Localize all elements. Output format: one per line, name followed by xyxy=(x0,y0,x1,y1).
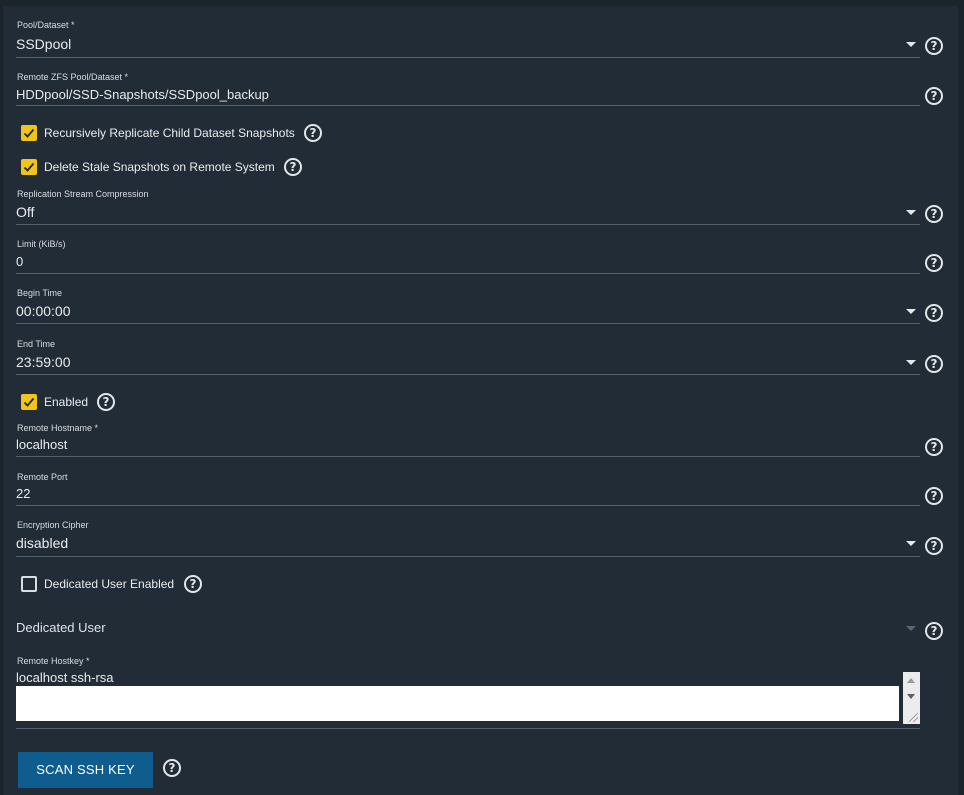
checkbox-checked-icon xyxy=(21,125,37,141)
help-icon[interactable]: ? xyxy=(925,487,943,505)
encryption-cipher-label: Encryption Cipher xyxy=(17,520,89,530)
end-time-label: End Time xyxy=(17,339,56,349)
help-icon[interactable]: ? xyxy=(925,355,943,373)
remote-hostname-value: localhost xyxy=(16,437,68,452)
delete-stale-snapshots-label: Delete Stale Snapshots on Remote System xyxy=(44,160,275,174)
recursive-replicate-checkbox[interactable]: Recursively Replicate Child Dataset Snap… xyxy=(21,125,321,143)
compression-select[interactable]: Replication Stream Compression Off xyxy=(16,189,920,225)
remote-hostname-label: Remote Hostname * xyxy=(17,423,99,433)
remote-zfs-dataset-input[interactable]: Remote ZFS Pool/Dataset * HDDpool/SSD-Sn… xyxy=(16,72,920,106)
dedicated-user-placeholder: Dedicated User xyxy=(16,620,106,635)
chevron-down-icon xyxy=(906,541,916,546)
checkbox-checked-icon xyxy=(21,159,37,175)
chevron-down-icon xyxy=(906,309,916,314)
dedicated-user-enabled-label: Dedicated User Enabled xyxy=(44,577,175,591)
dedicated-user-select[interactable]: Dedicated User xyxy=(16,618,920,640)
chevron-down-icon xyxy=(906,626,916,631)
remote-port-input[interactable]: Remote Port 22 xyxy=(16,472,920,506)
begin-time-label: Begin Time xyxy=(17,288,63,298)
delete-stale-snapshots-checkbox[interactable]: Delete Stale Snapshots on Remote System xyxy=(21,159,291,177)
scroll-up-arrow-icon[interactable] xyxy=(907,678,915,683)
help-icon[interactable]: ? xyxy=(925,254,943,272)
compression-value: Off xyxy=(16,204,35,220)
remote-hostname-underline xyxy=(16,456,920,457)
help-icon[interactable]: ? xyxy=(925,205,943,223)
limit-value: 0 xyxy=(16,254,24,269)
help-icon[interactable]: ? xyxy=(184,575,202,593)
pool-dataset-select[interactable]: Pool/Dataset * SSDpool xyxy=(16,20,920,58)
remote-zfs-dataset-label: Remote ZFS Pool/Dataset * xyxy=(17,72,129,82)
help-icon[interactable]: ? xyxy=(97,393,115,411)
help-icon[interactable]: ? xyxy=(925,537,943,555)
pool-dataset-label: Pool/Dataset * xyxy=(17,20,75,30)
chevron-down-icon xyxy=(906,42,916,47)
scan-ssh-key-button[interactable]: SCAN SSH KEY xyxy=(18,752,153,788)
begin-time-underline xyxy=(16,323,920,324)
hostkey-scrollbar[interactable] xyxy=(903,672,920,724)
help-icon[interactable]: ? xyxy=(925,37,943,55)
hostkey-redacted-area[interactable] xyxy=(16,686,899,721)
help-icon[interactable]: ? xyxy=(925,438,943,456)
begin-time-value: 00:00:00 xyxy=(16,303,71,319)
remote-port-underline xyxy=(16,505,920,506)
help-icon[interactable]: ? xyxy=(284,158,302,176)
encryption-cipher-underline xyxy=(16,556,920,557)
remote-zfs-dataset-value: HDDpool/SSD-Snapshots/SSDpool_backup xyxy=(16,87,269,102)
encryption-cipher-value: disabled xyxy=(16,535,69,551)
compression-label: Replication Stream Compression xyxy=(17,189,149,199)
help-icon[interactable]: ? xyxy=(163,759,181,777)
remote-port-label: Remote Port xyxy=(17,472,68,482)
help-icon[interactable]: ? xyxy=(304,124,322,142)
pool-dataset-underline xyxy=(16,57,920,58)
dedicated-user-enabled-checkbox[interactable]: Dedicated User Enabled xyxy=(21,576,181,594)
resize-grip-icon[interactable] xyxy=(909,713,918,722)
remote-zfs-underline xyxy=(16,105,920,106)
compression-underline xyxy=(16,224,920,225)
end-time-select[interactable]: End Time 23:59:00 xyxy=(16,339,920,375)
help-icon[interactable]: ? xyxy=(925,622,943,640)
begin-time-select[interactable]: Begin Time 00:00:00 xyxy=(16,288,920,324)
limit-input[interactable]: Limit (KiB/s) 0 xyxy=(16,239,920,274)
app-frame: Pool/Dataset * SSDpool ? Remote ZFS Pool… xyxy=(0,0,964,795)
recursive-replicate-label: Recursively Replicate Child Dataset Snap… xyxy=(44,126,295,140)
remote-hostkey-value: localhost ssh-rsa xyxy=(16,670,114,685)
limit-label: Limit (KiB/s) xyxy=(17,239,66,249)
end-time-underline xyxy=(16,374,920,375)
checkbox-unchecked-icon xyxy=(21,576,37,592)
limit-underline xyxy=(16,273,920,274)
remote-hostname-input[interactable]: Remote Hostname * localhost xyxy=(16,423,920,457)
remote-port-value: 22 xyxy=(16,486,31,501)
chevron-down-icon xyxy=(906,360,916,365)
help-icon[interactable]: ? xyxy=(925,304,943,322)
end-time-value: 23:59:00 xyxy=(16,354,71,370)
scroll-down-arrow-icon[interactable] xyxy=(907,694,915,699)
checkbox-checked-icon xyxy=(21,394,37,410)
pool-dataset-value: SSDpool xyxy=(16,36,72,52)
chevron-down-icon xyxy=(906,210,916,215)
enabled-checkbox[interactable]: Enabled xyxy=(21,394,101,412)
enabled-label: Enabled xyxy=(44,395,89,409)
remote-hostkey-label: Remote Hostkey * xyxy=(17,656,90,666)
encryption-cipher-select[interactable]: Encryption Cipher disabled xyxy=(16,520,920,557)
remote-hostkey-underline xyxy=(16,728,920,729)
help-icon[interactable]: ? xyxy=(925,87,943,105)
